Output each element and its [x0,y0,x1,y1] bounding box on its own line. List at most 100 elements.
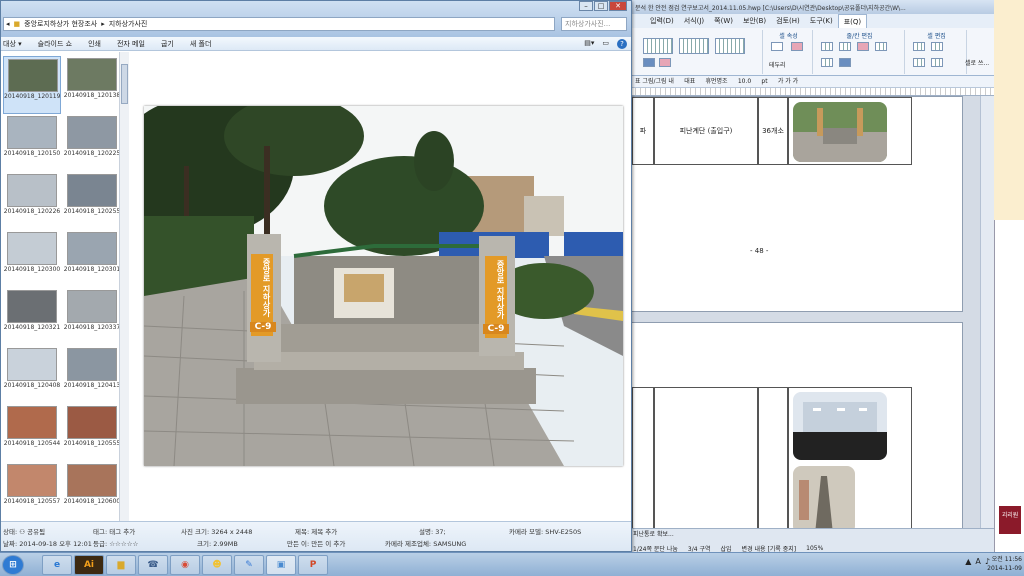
thumbnail-item[interactable]: 20140918_120255 [63,172,121,230]
burn-button[interactable]: 굽기 [161,39,174,49]
breadcrumb-subfolder[interactable]: 지하상가사진 [109,19,148,29]
table-style-icon[interactable] [643,38,673,54]
bold-italic-underline-buttons[interactable]: 가 가 가 [774,78,802,85]
insert-row-icon[interactable] [821,42,833,51]
split-cell-icon[interactable] [875,42,887,51]
menu-tools[interactable]: 도구(K) [805,14,838,28]
delete-row-icon[interactable] [857,42,869,51]
table-cell[interactable] [632,387,654,528]
thumbnail-item[interactable]: 20140918_120600 [63,462,121,520]
network-icon[interactable]: ▲ [965,557,971,566]
tags-field[interactable]: 태그 추가 [109,528,135,536]
merge-cell-icon[interactable] [821,58,833,67]
powerpoint-icon[interactable]: P [298,555,328,575]
thumbnail-item[interactable]: 20140918_120225 [63,114,121,172]
file-explorer-icon[interactable]: ▆ [106,555,136,575]
table-image-cell[interactable] [788,387,912,528]
hwp-app-icon[interactable]: ✎ [234,555,264,575]
new-folder-button[interactable]: 새 폴더 [190,39,212,49]
table-style-icon[interactable] [679,38,709,54]
thumbnail-label: 20140918_120557 [3,498,61,505]
help-icon[interactable]: ? [617,38,627,49]
preview-pane-icon[interactable]: ▭ [602,39,609,49]
menu-table[interactable]: 표(Q) [837,14,868,28]
back-arrow-icon[interactable]: ◂ [6,20,10,28]
rating-stars[interactable]: ☆☆☆☆☆ [109,540,138,548]
language-indicator[interactable]: A [975,557,980,566]
photo-viewer-app-icon[interactable]: ▣ [266,555,296,575]
thumbnail-item[interactable]: 20140918_120119 [3,56,61,114]
thumbnail-item[interactable]: 20140918_120138 [63,56,121,114]
search-input[interactable]: 지하상가사진... [561,17,627,31]
thumbnail-item[interactable]: 20140918_120557 [3,462,61,520]
style-dropdown[interactable]: 표 그림/그림 내 [631,78,678,85]
print-button[interactable]: 인쇄 [88,39,101,49]
cell-split-icon[interactable] [913,42,925,51]
cell-height-icon[interactable] [913,58,925,67]
maximize-button[interactable]: □ [594,1,608,11]
thumbnail-item[interactable]: 20140918_120301 [63,230,121,288]
vertical-text-button[interactable]: 셀로 쓰... [965,58,989,67]
email-button[interactable]: 전자 메일 [117,39,145,49]
minimize-button[interactable]: – [579,1,593,11]
table-cell[interactable]: 파 [632,97,654,165]
border-icon[interactable] [771,42,783,51]
document-scrollbar[interactable] [980,96,994,528]
cell-merge-icon[interactable] [931,42,943,51]
embedded-photo[interactable] [793,102,887,162]
ie-icon[interactable]: e [42,555,72,575]
close-button[interactable]: ✕ [609,1,627,11]
thumbnail-item[interactable]: 20140918_120408 [3,346,61,404]
table-cell[interactable] [654,387,758,528]
font-size-input[interactable]: 10.0 [734,78,755,85]
table-image-cell[interactable] [788,97,912,165]
thumbnail-item[interactable]: 20140918_120337 [63,288,121,346]
illustrator-icon[interactable]: Ai [74,555,104,575]
menu-page[interactable]: 쪽(W) [709,14,738,28]
insert-col-icon[interactable] [839,42,851,51]
menu-format[interactable]: 서식(J) [679,14,709,28]
thumbnail-item[interactable]: 20140918_120555 [63,404,121,462]
scroll-thumb[interactable] [121,64,128,104]
table-cell[interactable]: 36개소 [758,97,788,165]
table-color-icon[interactable] [659,58,671,67]
embedded-photo[interactable] [793,466,855,528]
para-style-dropdown[interactable]: 대표 [680,78,699,85]
distribute-icon[interactable] [839,58,851,67]
view-options-icon[interactable]: ▤▾ [584,39,594,49]
cell-width-icon[interactable] [931,58,943,67]
embedded-photo[interactable] [793,392,887,460]
menu-security[interactable]: 보안(B) [738,14,771,28]
messenger-icon[interactable]: ☻ [202,555,232,575]
organize-button[interactable]: 대상 ▾ [3,39,22,49]
phone-icon[interactable]: ☎ [138,555,168,575]
thumbnail-item[interactable]: 20140918_120544 [3,404,61,462]
menu-input[interactable]: 입력(D) [645,14,679,28]
menu-review[interactable]: 검토(H) [771,14,805,28]
zoom-level[interactable]: 105% [806,545,823,552]
chrome-icon[interactable]: ◉ [170,555,200,575]
table-cell[interactable]: 피난계단 (출입구) [654,97,758,165]
clock[interactable]: 오전 11:56 2014-11-09 [987,555,1022,573]
thumbnail-item[interactable]: 20140918_120226 [3,172,61,230]
ruler [631,88,994,96]
document-tab[interactable]: 피난통로 확보... [631,529,994,539]
thumbnail-item[interactable]: 20140918_120321 [3,288,61,346]
thumbnail-item[interactable]: 20140918_120150 [3,114,61,172]
slideshow-button[interactable]: 슬라이드 쇼 [38,39,72,49]
thumbnail-item[interactable]: 20140918_120413 [63,346,121,404]
table-style-icon[interactable] [715,38,745,54]
app-badge[interactable]: 괴리원 [999,506,1021,534]
table-cell[interactable] [758,387,788,528]
thumbnail-scrollbar[interactable] [119,52,129,522]
cell-fill-icon[interactable] [791,42,803,51]
thumbnail-item[interactable]: 20140918_120300 [3,230,61,288]
title-field[interactable]: 제목 추가 [311,528,337,536]
creator-field[interactable]: 만든 이 추가 [311,540,345,548]
photo-preview[interactable]: 중앙로 지하상가 C-9 중앙로 지하상가 C-9 [144,106,623,466]
address-bar[interactable]: ◂ ■ 중앙로지하상가 현장조사 ▸ 지하상가사진 [3,17,555,31]
breadcrumb-folder[interactable]: 중앙로지하상가 현장조사 [24,19,97,29]
start-button[interactable]: ⊞ [2,555,24,575]
font-dropdown[interactable]: 휴먼명조 [701,78,731,85]
table-color-icon[interactable] [643,58,655,67]
